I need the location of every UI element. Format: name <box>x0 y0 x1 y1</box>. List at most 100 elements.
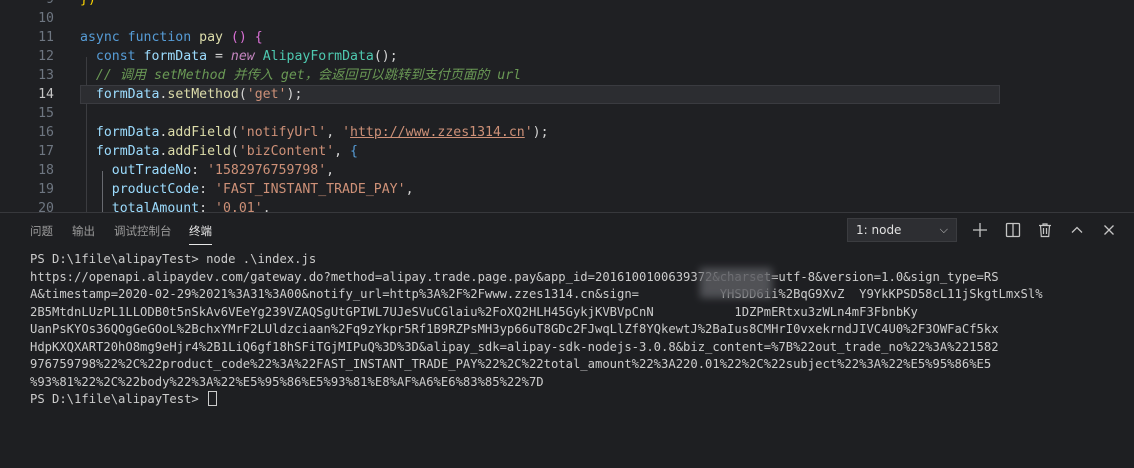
plus-icon <box>973 223 987 237</box>
code-token: ); <box>286 87 303 102</box>
code-text: // 调用 setMethod 并传入 get，会返回可以跳转到支付页面的 ur… <box>80 66 521 85</box>
code-token: : <box>199 182 215 197</box>
code-token: new <box>230 49 255 64</box>
terminal-output[interactable]: PS D:\1file\alipayTest> node .\index.js h… <box>30 251 1130 409</box>
code-token: : <box>191 163 208 178</box>
code-token: formData <box>143 49 208 64</box>
code-token: : <box>199 201 215 212</box>
line-number: 11 <box>38 30 54 45</box>
terminal-line: PS D:\1file\alipayTest> node .\index.js <box>30 252 317 266</box>
code-line[interactable]: 16 formData.addField('notifyUrl', 'http:… <box>0 123 1134 142</box>
code-line[interactable]: 19 productCode: 'FAST_INSTANT_TRADE_PAY'… <box>0 180 1134 199</box>
code-token: { <box>350 144 358 159</box>
terminal-line: 976759798%22%2C%22product_code%22%3A%22F… <box>30 357 992 371</box>
code-token: ); <box>532 125 549 140</box>
tab-output[interactable]: 输出 <box>72 222 95 240</box>
code-token: ' <box>524 125 533 140</box>
code-token: totalAmount <box>111 201 200 212</box>
code-line[interactable]: 15 <box>0 104 1134 123</box>
close-panel-button[interactable] <box>1098 219 1120 241</box>
line-number: 10 <box>38 11 54 26</box>
code-line[interactable]: 12 const formData = new AlipayFormData()… <box>0 47 1134 66</box>
terminal-line: HdpKXQXART20hO8mg9eHjr4%2B1LiQ6gf18hSFiT… <box>30 339 999 354</box>
terminal-select[interactable]: 1: node ⌵ <box>847 218 957 242</box>
line-number: 15 <box>38 106 54 121</box>
code-token: ' <box>342 125 351 140</box>
line-number: 20 <box>38 201 54 212</box>
line-number: 19 <box>38 182 54 197</box>
redacted-region <box>700 268 772 298</box>
code-line[interactable]: 9}) <box>0 0 1134 9</box>
code-token: 'notifyUrl' <box>238 125 327 140</box>
code-token: ( <box>238 87 247 102</box>
code-token: formData <box>95 125 160 140</box>
split-terminal-button[interactable] <box>1002 219 1024 241</box>
code-token: { <box>254 30 263 45</box>
code-token: formData <box>95 87 160 102</box>
code-line[interactable]: 11 async function pay () { <box>0 28 1134 47</box>
code-token: '0.01' <box>215 201 263 212</box>
kill-terminal-button[interactable] <box>1034 219 1056 241</box>
code-token: formData <box>95 144 160 159</box>
terminal-select-value: 1: node <box>856 223 902 237</box>
chevron-up-icon <box>1071 226 1083 233</box>
code-editor[interactable]: 9}) 10 11async function pay () {12 const f… <box>0 0 1134 212</box>
code-line[interactable]: 10 <box>0 9 1134 28</box>
terminal-prompt-line[interactable]: PS D:\1file\alipayTest> <box>30 391 1130 409</box>
code-line[interactable]: 18 outTradeNo: '1582976759798', <box>0 161 1134 180</box>
line-number: 18 <box>38 163 54 178</box>
code-token: 'get' <box>246 87 287 102</box>
code-text: outTradeNo: '1582976759798', <box>80 161 334 180</box>
line-number: 9 <box>0 0 54 9</box>
panel-tabs: 问题 输出 调试控制台 终端 <box>0 213 700 247</box>
code-token: , <box>262 201 271 212</box>
split-icon <box>1005 222 1021 238</box>
terminal-line: UanPsKYOs36QOgGeGOoL%2BchxYMrF2LUldzciaa… <box>30 322 999 336</box>
terminal-line: 2B5MtdnLUzPL1LLODB0t5nSkAv6VEeYg239VZAQS… <box>30 304 918 319</box>
code-token: pay <box>199 30 223 45</box>
maximize-panel-button[interactable] <box>1066 219 1088 241</box>
terminal-line: https://openapi.alipaydev.com/gateway.do… <box>30 269 999 284</box>
terminal-cursor <box>208 391 218 406</box>
trash-icon <box>1039 223 1051 238</box>
code-token: () <box>230 30 247 45</box>
code-line[interactable]: 14 formData.setMethod('get'); <box>0 85 1134 104</box>
tab-debug-console[interactable]: 调试控制台 <box>114 222 172 240</box>
code-token: 'bizContent' <box>238 144 335 159</box>
code-token: (); <box>373 49 398 64</box>
code-token: , <box>326 163 335 178</box>
code-token: , <box>326 125 343 140</box>
code-text: }) <box>80 0 96 9</box>
line-number: 14 <box>38 87 54 102</box>
tab-problems[interactable]: 问题 <box>30 222 53 240</box>
new-terminal-button[interactable] <box>969 219 991 241</box>
code-token: // 调用 setMethod 并传入 get，会返回可以跳转到支付页面的 ur… <box>95 68 522 83</box>
close-icon <box>1104 225 1114 235</box>
tab-terminal[interactable]: 终端 <box>189 222 212 245</box>
line-number: 13 <box>38 68 54 83</box>
code-token: ( <box>230 144 239 159</box>
code-token: AlipayFormData <box>262 49 374 64</box>
code-token: ( <box>230 125 239 140</box>
chevron-down-icon: ⌵ <box>939 223 948 236</box>
line-number: 16 <box>38 125 54 140</box>
code-line[interactable]: 17 formData.addField('bizContent', { <box>0 142 1134 161</box>
code-text: formData.addField('notifyUrl', 'http://w… <box>80 123 549 142</box>
code-token: setMethod <box>167 87 239 102</box>
code-line[interactable]: 13 // 调用 setMethod 并传入 get，会返回可以跳转到支付页面的… <box>0 66 1134 85</box>
code-token: outTradeNo <box>111 163 192 178</box>
code-token: function <box>127 30 192 45</box>
code-token: , <box>334 144 351 159</box>
code-token: addField <box>167 125 231 140</box>
code-line[interactable]: 20 totalAmount: '0.01', <box>0 199 1134 212</box>
